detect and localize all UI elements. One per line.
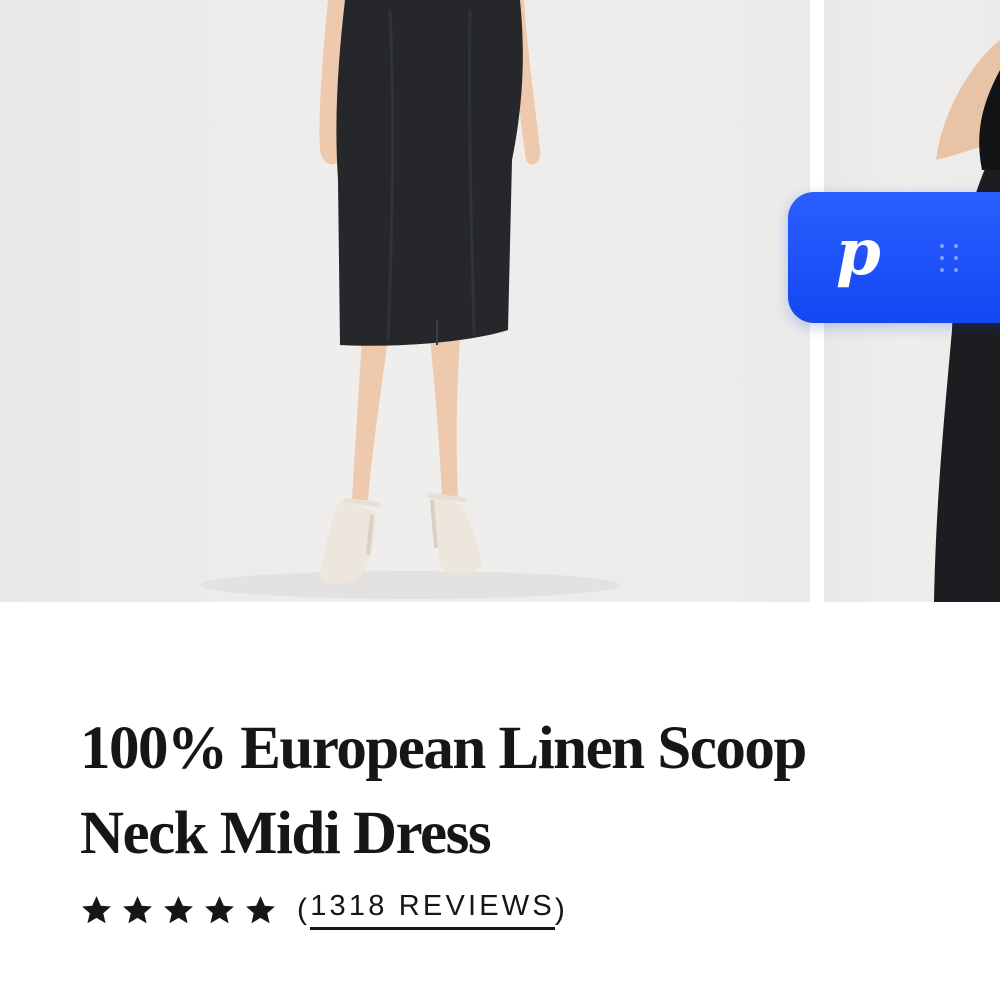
product-page: p 100% European Linen Scoop Neck Midi Dr… <box>0 0 1000 1000</box>
product-title-line-1: 100% European Linen Scoop <box>80 715 807 782</box>
model-photo <box>200 0 620 599</box>
star-icon <box>164 895 193 923</box>
star-icon <box>82 895 111 923</box>
star-icon <box>246 895 275 923</box>
floating-assistant-widget[interactable]: p <box>788 192 1000 323</box>
reviews-count-label[interactable]: 1318 REVIEWS <box>310 890 555 930</box>
star-rating <box>80 894 277 927</box>
product-title: 100% European Linen Scoop Neck Midi Dres… <box>80 706 900 876</box>
star-icon <box>123 895 152 923</box>
product-image-main[interactable] <box>0 0 810 602</box>
reviews-close-paren: ) <box>554 893 569 926</box>
rating-row: ( 1318 REVIEWS ) <box>80 888 568 932</box>
star-icon <box>205 895 234 923</box>
reviews-link[interactable]: ( 1318 REVIEWS ) <box>297 890 568 930</box>
reviews-open-paren: ( <box>297 893 311 926</box>
product-title-line-2: Neck Midi Dress <box>80 800 492 867</box>
drag-handle-icon[interactable] <box>940 244 962 272</box>
assistant-logo-icon: p <box>836 215 881 290</box>
